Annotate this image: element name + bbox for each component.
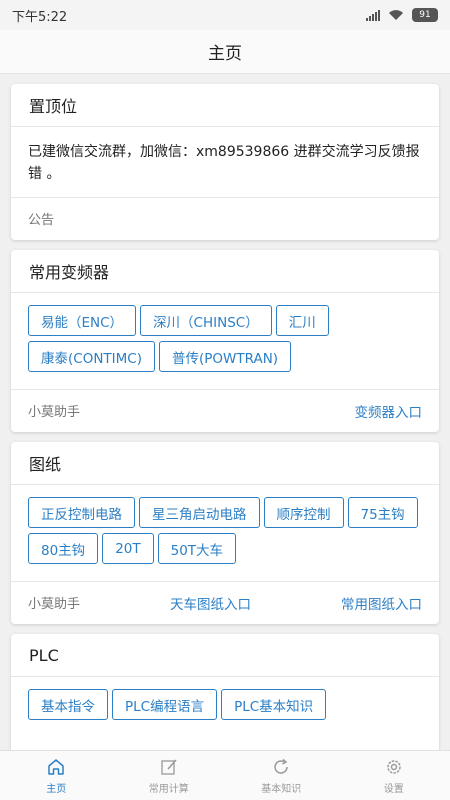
refresh-icon [274,758,288,774]
wifi-icon [389,10,403,20]
assistant-label: 小莫助手 [28,405,81,420]
assistant-label: 小莫助手 [28,597,81,612]
inverter-chip-chinsc[interactable]: 深川（CHINSC） [140,305,272,336]
battery-level: 91 [419,10,431,20]
drawing-chip-20t[interactable]: 20T [102,533,154,564]
inverter-chip-contimc[interactable]: 康泰(CONTIMC) [28,341,155,372]
status-time: 下午5:22 [12,9,68,25]
drawing-chip-50t-cart[interactable]: 50T大车 [157,533,237,564]
drawings-card: 图纸 正反控制电路 星三角启动电路 顺序控制 75主钩 80主钩 20T 50T… [11,442,439,624]
inverter-chip-enc[interactable]: 易能（ENC） [28,305,137,336]
edit-icon [161,759,177,775]
plc-chip-basic-knowledge[interactable]: PLC基本知识 [221,689,327,720]
home-icon [48,758,64,775]
tab-calculations[interactable]: 常用计算 [113,751,226,800]
main-content[interactable]: 置顶位 已建微信交流群，加微信：xm89539866 进群交流学习反馈报错 。 … [0,74,450,750]
tab-knowledge[interactable]: 基本知识 [225,751,338,800]
pinned-card-footer: 公告 [11,197,439,239]
inverter-chip-list: 易能（ENC） 深川（CHINSC） 汇川 康泰(CONTIMC) 普传(POW… [28,293,422,389]
tab-home[interactable]: 主页 [0,751,113,800]
pinned-card: 置顶位 已建微信交流群，加微信：xm89539866 进群交流学习反馈报错 。 … [11,84,439,240]
inverter-chip-huichuan[interactable]: 汇川 [275,305,329,336]
plc-card-title: PLC [11,634,439,677]
pinned-card-title: 置顶位 [11,84,439,127]
inverter-chip-powtran[interactable]: 普传(POWTRAN) [159,341,292,372]
drawing-chip-forward-reverse[interactable]: 正反控制电路 [28,497,135,528]
drawings-card-title: 图纸 [11,442,439,485]
nav-bar: 主页 [0,30,450,74]
drawings-card-footer: 小莫助手 天车图纸入口 常用图纸入口 [11,581,439,623]
bottom-tab-bar: 主页 常用计算 基本知识 设置 [0,750,450,800]
page-title: 主页 [208,44,242,64]
plc-chip-list: 基本指令 PLC编程语言 PLC基本知识 [28,677,422,750]
gear-icon [387,759,401,774]
tab-calculations-label: 常用计算 [148,783,189,795]
drawing-chip-80-hook[interactable]: 80主钩 [28,533,99,564]
tab-settings[interactable]: 设置 [338,751,450,800]
tab-knowledge-label: 基本知识 [261,783,302,795]
announcement-label: 公告 [28,213,55,228]
tab-home-label: 主页 [46,783,67,795]
drawing-chip-sequence[interactable]: 顺序控制 [263,497,344,528]
inverters-card: 常用变频器 易能（ENC） 深川（CHINSC） 汇川 康泰(CONTIMC) … [11,250,439,432]
tab-settings-label: 设置 [383,783,404,795]
crane-drawing-entry-link[interactable]: 天车图纸入口 [170,593,251,613]
status-icons: 91 [366,8,438,22]
common-drawing-entry-link[interactable]: 常用图纸入口 [341,593,422,613]
status-bar: 下午5:22 91 [0,0,450,30]
plc-card: PLC 基本指令 PLC编程语言 PLC基本知识 [11,634,439,750]
signal-icon [366,9,380,21]
pinned-notice-text: 已建微信交流群，加微信：xm89539866 进群交流学习反馈报错 。 [28,144,420,182]
plc-chip-programming-language[interactable]: PLC编程语言 [112,689,218,720]
drawing-chip-75-hook[interactable]: 75主钩 [347,497,418,528]
inverters-card-title: 常用变频器 [11,250,439,293]
plc-chip-basic-instructions[interactable]: 基本指令 [28,689,108,720]
battery-icon: 91 [412,8,438,22]
drawing-chip-list: 正反控制电路 星三角启动电路 顺序控制 75主钩 80主钩 20T 50T大车 [28,485,422,581]
drawing-chip-star-delta[interactable]: 星三角启动电路 [139,497,260,528]
inverter-entry-link[interactable]: 变频器入口 [355,401,423,421]
inverters-card-footer: 小莫助手 变频器入口 [11,389,439,431]
